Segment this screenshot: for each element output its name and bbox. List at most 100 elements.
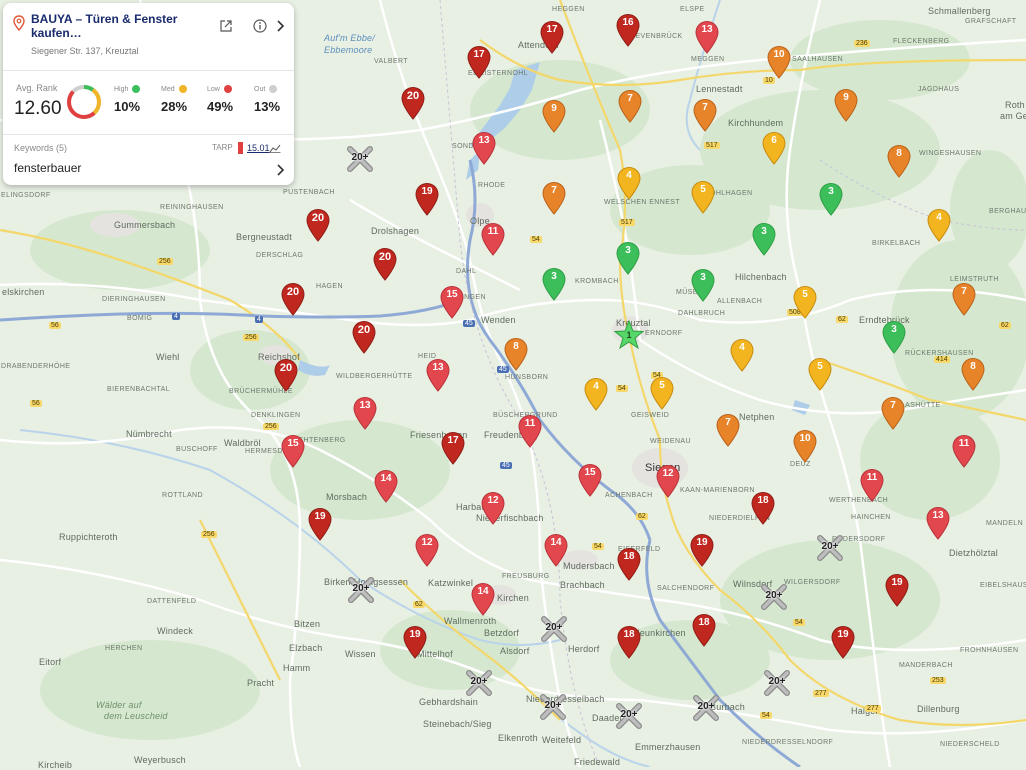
business-name[interactable]: BAUYA – Türen & Fenster kaufen… [31, 12, 196, 40]
rank-pin[interactable]: 19 [402, 625, 428, 659]
rank-pin[interactable]: 7 [715, 413, 741, 447]
rank-pin[interactable]: 17 [539, 20, 565, 54]
place-label: ERNDORF [645, 330, 683, 337]
rank-pin[interactable]: 13 [471, 131, 497, 165]
rank-pin[interactable]: 13 [352, 396, 378, 430]
rank-pin[interactable]: 20 [400, 86, 426, 120]
not-ranked-marker[interactable]: 20+ [815, 533, 845, 563]
rank-pin[interactable]: 19 [830, 625, 856, 659]
rank-pin[interactable]: 15 [577, 463, 603, 497]
rank-pin[interactable]: 3 [751, 222, 777, 256]
external-link-icon[interactable] [219, 19, 233, 33]
rank-pin[interactable]: 7 [951, 282, 977, 316]
rank-pin[interactable]: 19 [884, 573, 910, 607]
rank-pin[interactable]: 8 [960, 357, 986, 391]
rank-pin[interactable]: 4 [583, 377, 609, 411]
rank-pin[interactable]: 4 [616, 166, 642, 200]
rank-pin[interactable]: 9 [541, 99, 567, 133]
not-ranked-marker[interactable]: 20+ [538, 692, 568, 722]
rank-pin[interactable]: 19 [414, 182, 440, 216]
rank-pin[interactable]: 5 [807, 357, 833, 391]
not-ranked-label: 20+ [352, 583, 370, 594]
place-label: BIERENBACHTAL [107, 386, 171, 393]
rank-pin[interactable]: 7 [880, 396, 906, 430]
rank-pin[interactable]: 20 [305, 208, 331, 242]
rank-pin[interactable]: 19 [307, 507, 333, 541]
rank-pin[interactable]: 18 [691, 613, 717, 647]
rank-pin[interactable]: 10 [792, 429, 818, 463]
rank-number: 20 [311, 212, 325, 224]
not-ranked-marker[interactable]: 20+ [762, 668, 792, 698]
divider [3, 134, 294, 135]
not-ranked-marker[interactable]: 20+ [691, 693, 721, 723]
not-ranked-label: 20+ [765, 590, 783, 601]
rank-pin[interactable]: 6 [761, 131, 787, 165]
rank-pin[interactable]: 18 [616, 625, 642, 659]
rank-pin[interactable]: 20 [273, 358, 299, 392]
rank-pin[interactable]: 11 [859, 468, 885, 502]
rank-pin[interactable]: 4 [729, 338, 755, 372]
rank-pin[interactable]: 13 [694, 20, 720, 54]
info-icon[interactable] [253, 19, 267, 33]
rank-pin[interactable]: 13 [425, 358, 451, 392]
rank-pin[interactable]: 15 [280, 434, 306, 468]
rank-pin[interactable]: 20 [280, 282, 306, 316]
place-label: Wälder auf [96, 700, 142, 710]
rank-pin[interactable]: 4 [926, 208, 952, 242]
rank-pin[interactable]: 20 [351, 320, 377, 354]
rank-pin[interactable]: 14 [543, 533, 569, 567]
business-location-star[interactable]: 1 [613, 319, 645, 350]
rank-pin[interactable]: 3 [541, 267, 567, 301]
place-label: BUSCHOFF [176, 446, 218, 453]
not-ranked-marker[interactable]: 20+ [614, 701, 644, 731]
rank-pin[interactable]: 3 [818, 182, 844, 216]
rank-pin[interactable]: 13 [925, 506, 951, 540]
rank-pin[interactable]: 8 [886, 144, 912, 178]
rank-pin[interactable]: 12 [655, 464, 681, 498]
rank-pin[interactable]: 7 [692, 98, 718, 132]
rank-number: 13 [932, 510, 944, 521]
rank-pin[interactable]: 15 [439, 285, 465, 319]
place-label: HAINCHEN [851, 514, 891, 521]
chevron-right-icon[interactable] [275, 19, 285, 33]
rank-pin[interactable]: 14 [470, 582, 496, 616]
rank-pin[interactable]: 5 [792, 285, 818, 319]
rank-pin[interactable]: 14 [373, 469, 399, 503]
rank-pin[interactable]: 7 [541, 181, 567, 215]
rank-number: 5 [817, 361, 823, 372]
rank-number: 7 [627, 93, 633, 104]
rank-pin[interactable]: 11 [951, 434, 977, 468]
rank-pin[interactable]: 11 [480, 222, 506, 256]
not-ranked-marker[interactable]: 20+ [346, 575, 376, 605]
rank-pin[interactable]: 3 [615, 241, 641, 275]
rank-pin[interactable]: 9 [833, 88, 859, 122]
tarp-value[interactable]: 15.01 [247, 143, 270, 153]
rank-pin[interactable]: 12 [480, 491, 506, 525]
rank-pin[interactable]: 11 [517, 414, 543, 448]
place-label: Elkenroth [498, 733, 538, 743]
rank-pin[interactable]: 3 [881, 320, 907, 354]
trend-chart-icon[interactable] [269, 144, 281, 153]
rank-pin[interactable]: 8 [503, 337, 529, 371]
not-ranked-marker[interactable]: 20+ [464, 668, 494, 698]
rank-pin[interactable]: 18 [616, 547, 642, 581]
not-ranked-marker[interactable]: 20+ [539, 614, 569, 644]
rank-pin[interactable]: 12 [414, 533, 440, 567]
chevron-right-icon[interactable] [275, 163, 285, 177]
rank-pin[interactable]: 5 [649, 376, 675, 410]
place-label: MANDELN [986, 520, 1024, 527]
rank-pin[interactable]: 17 [440, 431, 466, 465]
rank-pin[interactable]: 17 [466, 45, 492, 79]
rank-pin[interactable]: 5 [690, 180, 716, 214]
not-ranked-marker[interactable]: 20+ [759, 582, 789, 612]
rank-pin[interactable]: 7 [617, 89, 643, 123]
rank-pin[interactable]: 18 [750, 491, 776, 525]
rank-pin[interactable]: 20 [372, 247, 398, 281]
not-ranked-marker[interactable]: 20+ [345, 144, 375, 174]
rank-pin[interactable]: 10 [766, 45, 792, 79]
rank-pin[interactable]: 19 [689, 533, 715, 567]
keyword-selector[interactable]: fensterbauer [14, 161, 81, 175]
rank-pin[interactable]: 3 [690, 268, 716, 302]
rank-pin[interactable]: 16 [615, 13, 641, 47]
rank-number: 18 [623, 629, 635, 640]
